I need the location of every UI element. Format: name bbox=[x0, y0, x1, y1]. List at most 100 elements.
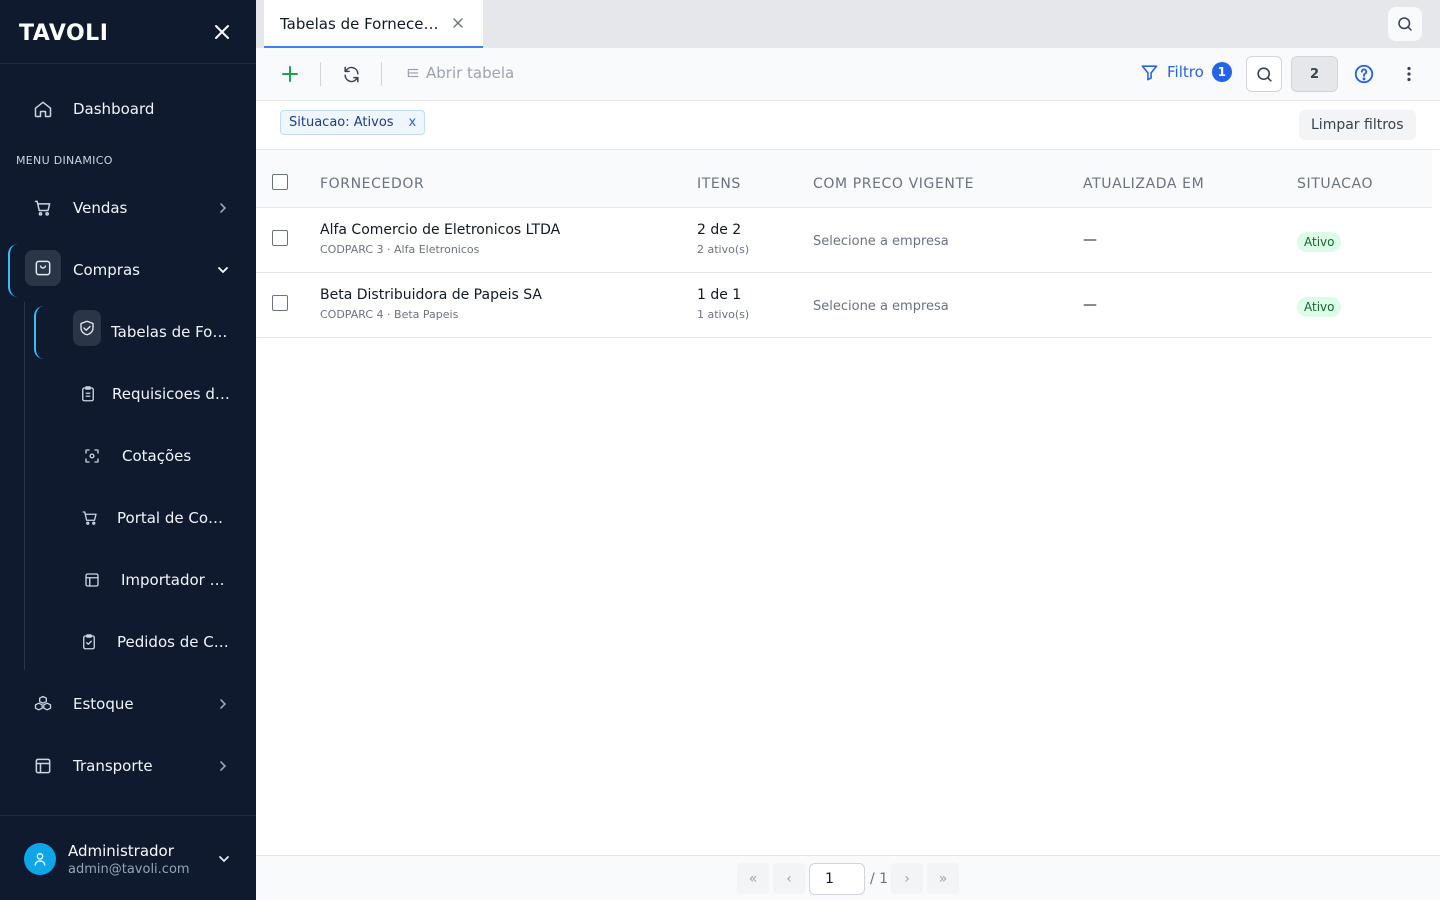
column-header-situacao[interactable]: SITUACAO bbox=[1297, 176, 1373, 192]
column-header-atualizada-em[interactable]: ATUALIZADA EM bbox=[1083, 176, 1204, 192]
clipboard-icon bbox=[79, 385, 97, 403]
sidebar-item-dashboard[interactable]: Dashboard bbox=[0, 89, 256, 129]
cart-icon bbox=[81, 509, 99, 527]
toolbar-divider bbox=[320, 62, 321, 86]
filter-label: Filtro bbox=[1167, 63, 1204, 81]
select-all-checkbox[interactable] bbox=[272, 174, 288, 190]
sidebar-subitem-tabelas-fornecedores[interactable]: Tabelas de Fornecedores bbox=[0, 310, 256, 352]
chevron-down-icon bbox=[215, 262, 231, 278]
brand-logo: TAVOLI bbox=[19, 21, 109, 46]
supplier-name: Beta Distribuidora de Papeis SA bbox=[320, 287, 542, 303]
remove-filter-button[interactable]: x bbox=[409, 115, 417, 130]
search-icon bbox=[1398, 17, 1412, 31]
supplier-code: CODPARC 3 · Alfa Eletronicos bbox=[320, 243, 480, 256]
sidebar-header: TAVOLI bbox=[0, 0, 256, 64]
open-table-button[interactable]: Abrir tabela bbox=[406, 64, 514, 82]
status-badge: Ativo bbox=[1297, 232, 1342, 252]
column-header-fornecedor[interactable]: FORNECEDOR bbox=[320, 176, 424, 192]
clear-filters-button[interactable]: Limpar filtros bbox=[1299, 110, 1416, 140]
tab-tabelas-fornecedores[interactable]: Tabelas de Fornecedores bbox=[264, 0, 483, 48]
chevron-right-icon bbox=[215, 758, 231, 774]
sidebar: TAVOLI Dashboard MENU DINAMICO Vendas Co… bbox=[0, 0, 256, 900]
current-price-status: Selecione a empresa bbox=[813, 234, 949, 249]
filter-chip: Situacao: Ativos x bbox=[280, 110, 426, 135]
items-count: 2 de 2 bbox=[697, 222, 742, 238]
close-icon bbox=[453, 18, 463, 28]
refresh-icon bbox=[343, 66, 359, 82]
list-tree-icon bbox=[407, 68, 419, 78]
items-count: 1 de 1 bbox=[697, 287, 742, 303]
avatar[interactable] bbox=[24, 843, 56, 875]
user-menu-button[interactable] bbox=[216, 851, 232, 867]
last-page-button[interactable]: » bbox=[927, 863, 959, 894]
supplier-code: CODPARC 4 · Beta Papeis bbox=[320, 308, 459, 321]
items-active: 2 ativo(s) bbox=[697, 243, 750, 256]
column-header-com-preco-vigente[interactable]: COM PRECO VIGENTE bbox=[813, 176, 974, 192]
sidebar-item-vendas[interactable]: Vendas bbox=[0, 188, 256, 228]
page-total: / 1 bbox=[870, 871, 889, 887]
search-icon bbox=[1256, 66, 1272, 82]
close-icon bbox=[215, 25, 229, 39]
layout-icon bbox=[33, 756, 53, 776]
global-search-button[interactable] bbox=[1388, 7, 1422, 41]
sidebar-item-compras[interactable]: Compras bbox=[0, 250, 256, 290]
sidebar-subitem-label: Requisicoes de Compra bbox=[112, 385, 232, 403]
search-button[interactable] bbox=[1246, 56, 1282, 92]
shopping-bag-icon bbox=[25, 250, 61, 286]
result-count-button[interactable]: 2 bbox=[1291, 56, 1338, 92]
tab-bar: Tabelas de Fornecedores bbox=[256, 0, 1440, 48]
sidebar-subitem-label: Tabelas de Fornecedores bbox=[111, 323, 231, 341]
table-row[interactable]: Beta Distribuidora de Papeis SA CODPARC … bbox=[256, 273, 1432, 338]
prev-page-button[interactable]: ‹ bbox=[773, 863, 805, 894]
cart-icon bbox=[33, 198, 53, 218]
next-page-button[interactable]: › bbox=[891, 863, 923, 894]
pagination: « ‹ / 1 › » bbox=[256, 855, 1440, 900]
sidebar-subitem-portal-compras[interactable]: Portal de Compras bbox=[0, 498, 256, 538]
toolbar: Abrir tabela Filtro 1 2 bbox=[256, 48, 1440, 101]
clipboard-check-icon bbox=[80, 633, 98, 651]
sidebar-subitem-label: Portal de Compras bbox=[117, 509, 232, 527]
sidebar-subitem-cotacoes[interactable]: Cotações bbox=[0, 436, 256, 476]
active-filters-bar: Situacao: Ativos x Limpar filtros bbox=[256, 101, 1440, 150]
items-active: 1 ativo(s) bbox=[697, 308, 750, 321]
row-checkbox[interactable] bbox=[272, 295, 288, 311]
current-price-status: Selecione a empresa bbox=[813, 299, 949, 314]
close-tab-button[interactable] bbox=[452, 17, 464, 29]
status-badge: Ativo bbox=[1297, 297, 1342, 317]
sidebar-subitem-pedidos-compra[interactable]: Pedidos de Compra bbox=[0, 622, 256, 662]
table-row[interactable]: Alfa Comercio de Eletronicos LTDA CODPAR… bbox=[256, 208, 1432, 273]
boxes-icon bbox=[33, 694, 53, 714]
add-button[interactable] bbox=[280, 64, 300, 84]
sidebar-item-label: Transporte bbox=[73, 757, 153, 775]
row-checkbox[interactable] bbox=[272, 230, 288, 246]
sidebar-subitem-importador-xml[interactable]: Importador XML bbox=[0, 560, 256, 600]
more-options-button[interactable] bbox=[1399, 64, 1419, 84]
sidebar-item-label: Compras bbox=[73, 261, 140, 279]
close-sidebar-button[interactable] bbox=[212, 22, 232, 42]
help-circle-icon bbox=[1354, 64, 1374, 84]
sidebar-subitem-requisicoes[interactable]: Requisicoes de Compra bbox=[0, 374, 256, 414]
toolbar-divider bbox=[381, 62, 382, 86]
table-header: FORNECEDOR ITENS COM PRECO VIGENTE ATUAL… bbox=[256, 150, 1432, 208]
sidebar-item-estoque[interactable]: Estoque bbox=[0, 684, 256, 724]
handshake-icon bbox=[73, 310, 101, 346]
scan-icon bbox=[83, 447, 101, 465]
filter-button[interactable]: Filtro 1 bbox=[1140, 62, 1232, 82]
sidebar-item-label: Dashboard bbox=[73, 100, 155, 118]
refresh-button[interactable] bbox=[341, 64, 361, 84]
first-page-button[interactable]: « bbox=[737, 863, 769, 894]
submenu-guide-line bbox=[24, 302, 25, 670]
user-icon bbox=[34, 853, 46, 866]
page-number-input[interactable] bbox=[809, 863, 865, 895]
filter-icon bbox=[1141, 64, 1158, 80]
user-name: Administrador bbox=[68, 842, 174, 860]
help-button[interactable] bbox=[1353, 63, 1375, 85]
updated-at: — bbox=[1083, 297, 1097, 313]
open-table-label: Abrir tabela bbox=[426, 64, 515, 82]
sidebar-item-transporte[interactable]: Transporte bbox=[0, 746, 256, 786]
column-header-itens[interactable]: ITENS bbox=[697, 176, 741, 192]
layout-icon bbox=[83, 571, 101, 589]
sidebar-subitem-label: Importador XML bbox=[121, 571, 231, 589]
user-email: admin@tavoli.com bbox=[68, 862, 190, 877]
more-vertical-icon bbox=[1407, 66, 1411, 82]
